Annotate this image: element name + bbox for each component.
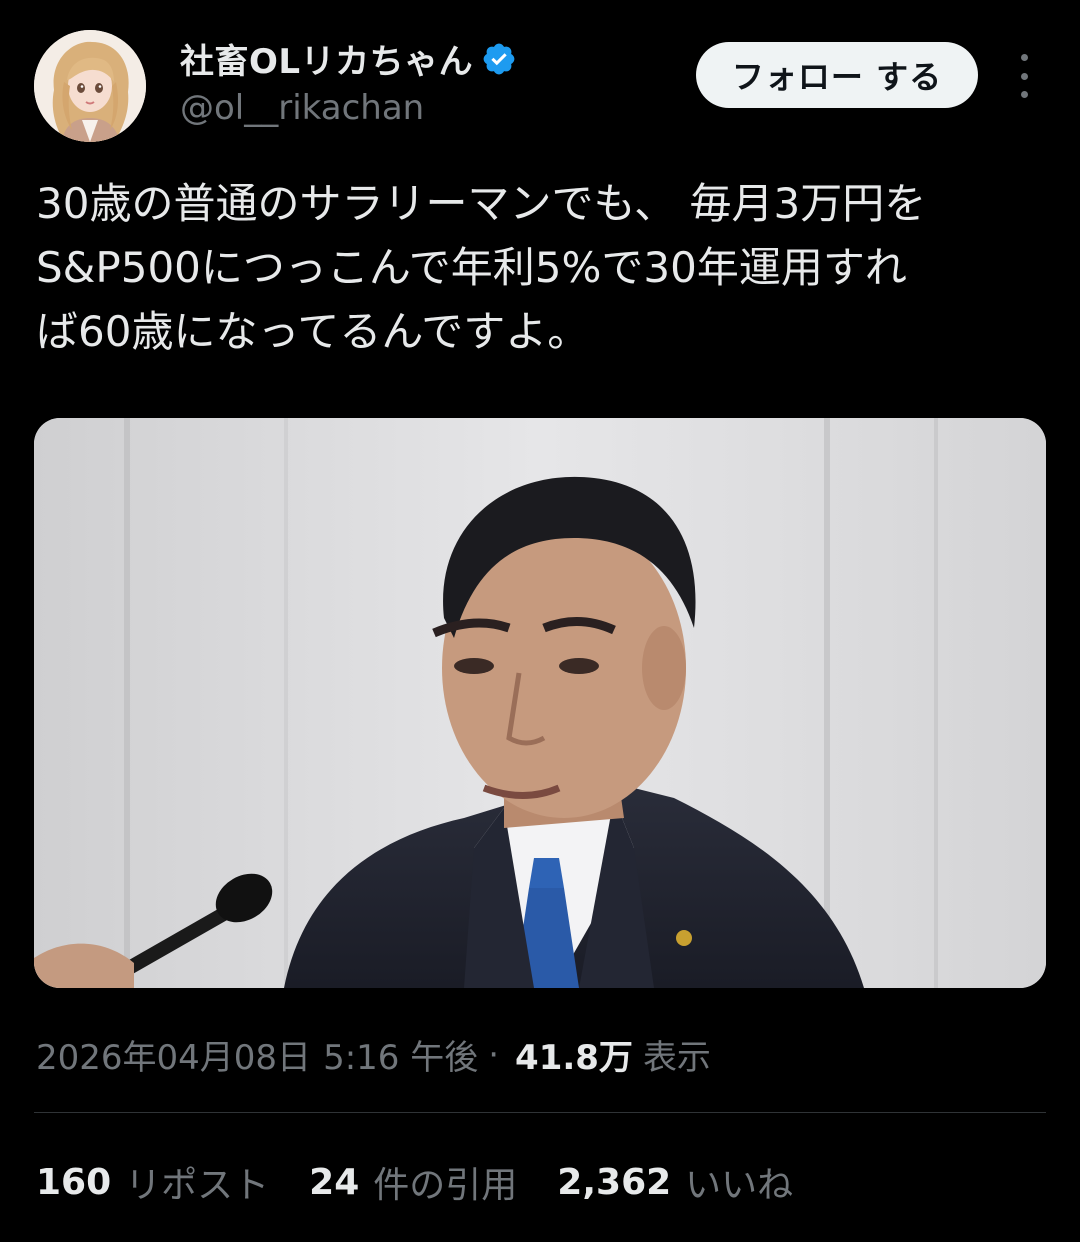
- stat-reposts[interactable]: 160 リポスト: [36, 1156, 269, 1208]
- stat-likes[interactable]: 2,362 いいね: [557, 1156, 793, 1208]
- more-vertical-icon[interactable]: [1008, 54, 1040, 98]
- tweet-time[interactable]: 5:16 午後: [323, 1030, 478, 1079]
- author-name-row: 社畜OLリカちゃん: [180, 34, 517, 83]
- tweet-date[interactable]: 2026年04月08日: [36, 1030, 311, 1079]
- more-dot: [1020, 72, 1028, 80]
- verified-badge-icon: [483, 43, 515, 74]
- like-label: いいね: [685, 1165, 794, 1206]
- author-handle[interactable]: @ol__rikachan: [180, 88, 424, 128]
- repost-count: 160: [36, 1161, 112, 1203]
- meta-separator: ·: [488, 1034, 500, 1075]
- divider: [34, 1112, 1046, 1113]
- tweet-meta: 2026年04月08日 5:16 午後 · 41.8万 表示: [36, 1030, 711, 1079]
- avatar[interactable]: [34, 30, 146, 142]
- repost-label: リポスト: [125, 1165, 270, 1206]
- more-dot: [1020, 54, 1028, 61]
- photo-speaker-at-microphone: [34, 418, 1046, 988]
- follow-button[interactable]: フォロー する: [696, 42, 978, 108]
- tweet-header: 社畜OLリカちゃん @ol__rikachan フォロー する: [0, 0, 1080, 160]
- quote-label: 件の引用: [373, 1165, 518, 1206]
- stat-quotes[interactable]: 24 件の引用: [309, 1156, 517, 1208]
- engagement-stats: 160 リポスト 24 件の引用 2,362 いいね: [36, 1156, 833, 1208]
- like-count: 2,362: [557, 1161, 672, 1203]
- view-count: 41.8万: [515, 1038, 633, 1078]
- more-dot: [1020, 91, 1028, 98]
- author-display-name[interactable]: 社畜OLリカちゃん: [180, 34, 473, 83]
- view-count-label: 表示: [642, 1038, 711, 1078]
- avatar-illustration-icon: [34, 30, 146, 142]
- tweet-text: 30歳の普通のサラリーマンでも、 毎月3万円を S&P500につっこんで年利5%…: [36, 179, 927, 356]
- quote-count: 24: [309, 1161, 360, 1203]
- tweet-media-photo[interactable]: [34, 418, 1046, 988]
